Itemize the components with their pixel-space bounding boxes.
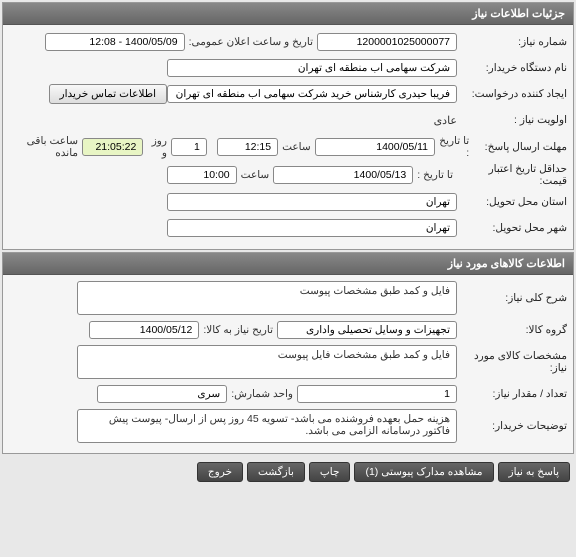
- field-buyer-name[interactable]: [167, 59, 457, 77]
- field-need-date[interactable]: [89, 321, 199, 339]
- label-price-validity: حداقل تاریخ اعتبار قیمت:: [457, 163, 567, 187]
- label-goods-spec: مشخصات کالای مورد نياز:: [457, 350, 567, 374]
- field-qty[interactable]: [297, 385, 457, 403]
- label-response-deadline: مهلت ارسال پاسخ:: [473, 141, 567, 153]
- label-time-1: ساعت: [278, 141, 315, 153]
- exit-button[interactable]: خروج: [197, 462, 243, 482]
- label-unit: واحد شمارش:: [227, 388, 297, 400]
- field-city[interactable]: [167, 219, 457, 237]
- toolbar: پاسخ به نیاز مشاهده مدارک پیوستی (1) چاپ…: [0, 456, 576, 488]
- need-info-header: جزئیات اطلاعات نیاز: [3, 3, 573, 25]
- field-resp-time[interactable]: [217, 138, 278, 156]
- goods-info-header: اطلاعات کالاهای مورد نیاز: [3, 253, 573, 275]
- field-goods-group[interactable]: [277, 321, 457, 339]
- label-qty: تعداد / مقدار نیاز:: [457, 388, 567, 400]
- label-to-date-1: تا تاریخ :: [435, 135, 473, 159]
- field-need-number[interactable]: [317, 33, 457, 51]
- label-buyer-notes: توضیحات خریدار:: [457, 420, 567, 432]
- label-buyer-name: نام دستگاه خریدار:: [457, 62, 567, 74]
- goods-info-panel: اطلاعات کالاهای مورد نیاز شرح کلی نیاز: …: [2, 252, 574, 454]
- buyer-contact-button[interactable]: اطلاعات تماس خریدار: [49, 84, 167, 104]
- label-city: شهر محل تحویل:: [457, 222, 567, 234]
- field-unit[interactable]: [97, 385, 227, 403]
- label-need-date: تاریح نیاز به کالا:: [199, 324, 277, 336]
- label-requester: ایجاد کننده درخواست:: [457, 88, 567, 100]
- field-buyer-notes[interactable]: هزینه حمل بعهده فروشنده می باشد- تسویه 4…: [77, 409, 457, 443]
- attachments-button[interactable]: مشاهده مدارک پیوستی (1): [354, 462, 493, 482]
- label-time-2: ساعت: [237, 169, 274, 181]
- need-info-panel: جزئیات اطلاعات نیاز شماره نیاز: تاریخ و …: [2, 2, 574, 250]
- goods-info-body: شرح کلی نیاز: فایل و کمد طبق مشخصات پیوس…: [3, 275, 573, 453]
- print-button[interactable]: چاپ: [309, 462, 351, 482]
- field-valid-time[interactable]: [167, 166, 237, 184]
- field-goods-spec[interactable]: فایل و كمد طبق مشخصات فایل پیوست: [77, 345, 457, 379]
- field-requester[interactable]: [167, 85, 457, 103]
- field-province[interactable]: [167, 193, 457, 211]
- label-announce-date: تاریخ و ساعت اعلان عمومی:: [185, 36, 317, 48]
- label-goods-group: گروه کالا:: [457, 324, 567, 336]
- field-general-desc[interactable]: فایل و کمد طبق مشخصات پیوست: [77, 281, 457, 315]
- value-priority: عادی: [434, 114, 457, 127]
- back-button[interactable]: بازگشت: [247, 462, 305, 482]
- label-need-number: شماره نیاز:: [457, 36, 567, 48]
- label-hours-left: ساعت باقی مانده: [9, 135, 82, 159]
- label-priority: اولویت نیاز :: [457, 114, 567, 126]
- label-province: استان محل تحویل:: [457, 196, 567, 208]
- field-announce-date[interactable]: [45, 33, 185, 51]
- field-resp-date[interactable]: [315, 138, 435, 156]
- need-info-body: شماره نیاز: تاریخ و ساعت اعلان عمومی: نا…: [3, 25, 573, 249]
- label-general-desc: شرح کلی نیاز:: [457, 292, 567, 304]
- respond-button[interactable]: پاسخ به نیاز: [498, 462, 570, 482]
- field-hours-left[interactable]: [82, 138, 143, 156]
- label-days-and: روز و: [143, 135, 171, 159]
- field-valid-date[interactable]: [273, 166, 413, 184]
- field-days-left[interactable]: [171, 138, 207, 156]
- label-to-date-2: تا تاریخ :: [413, 169, 457, 181]
